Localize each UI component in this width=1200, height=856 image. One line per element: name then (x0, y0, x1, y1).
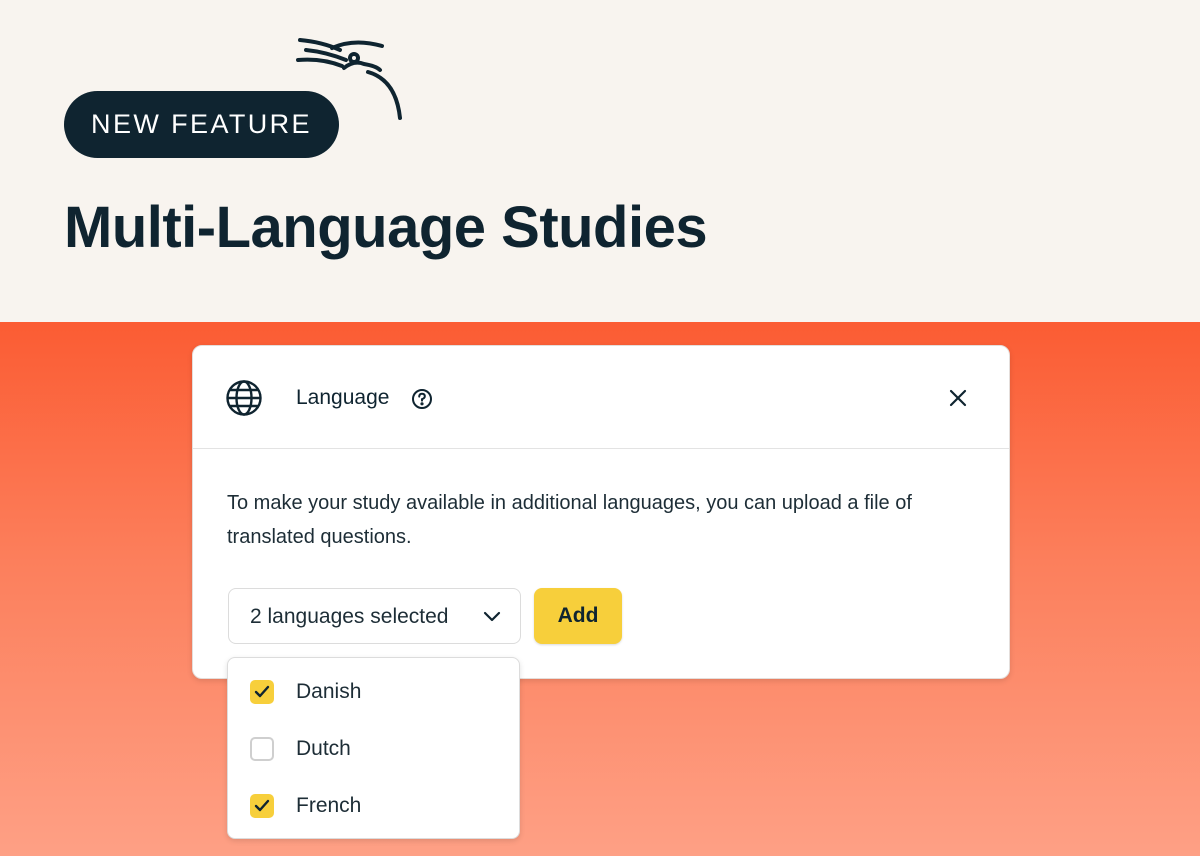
check-icon (254, 685, 270, 698)
hero-section: NEW FEATURE Multi-Language Studies (0, 0, 1200, 322)
dialog-description: To make your study available in addition… (227, 492, 912, 548)
badge-label: NEW FEATURE (91, 109, 312, 139)
checkbox-unchecked[interactable] (250, 737, 274, 761)
option-label: French (296, 794, 362, 817)
check-icon (254, 799, 270, 812)
language-select[interactable]: 2 languages selected (228, 588, 521, 644)
close-icon[interactable] (947, 387, 969, 409)
option-label: Dutch (296, 737, 351, 760)
language-dropdown: Danish Dutch French (227, 657, 520, 839)
dropdown-option-dutch[interactable]: Dutch (228, 721, 519, 778)
chevron-down-icon (483, 611, 501, 622)
dialog-title: Language (296, 386, 390, 409)
dialog-header: Language (193, 346, 1009, 449)
language-dialog: Language To make your study available in… (192, 345, 1010, 679)
help-circle-icon[interactable] (411, 388, 433, 410)
option-label: Danish (296, 680, 362, 703)
language-select-value: 2 languages selected (250, 605, 449, 628)
dropdown-option-french[interactable]: French (228, 778, 519, 835)
new-feature-badge: NEW FEATURE (64, 91, 339, 158)
dropdown-option-danish[interactable]: Danish (228, 664, 519, 721)
add-button[interactable]: Add (534, 588, 622, 644)
globe-icon (226, 380, 262, 416)
checkbox-checked[interactable] (250, 794, 274, 818)
checkbox-checked[interactable] (250, 680, 274, 704)
page-title: Multi-Language Studies (64, 195, 708, 260)
